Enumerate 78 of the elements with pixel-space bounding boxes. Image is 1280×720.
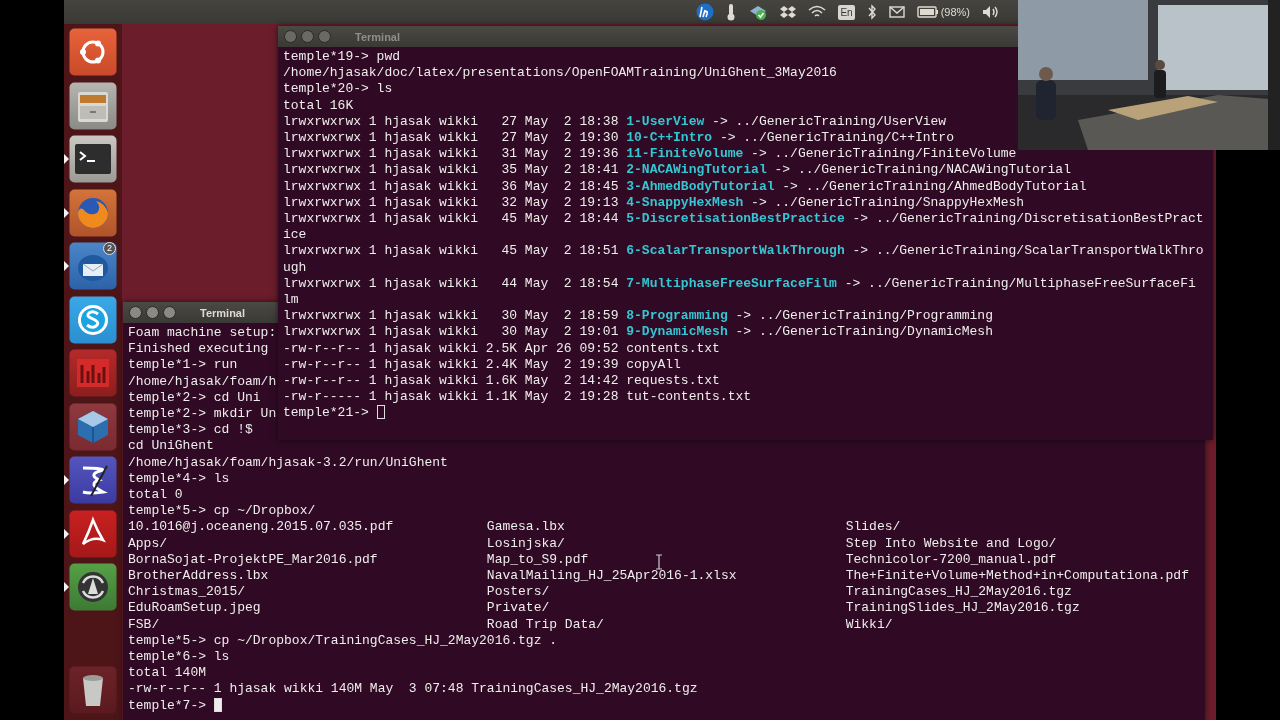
file-name: Christmas_2015/ (128, 584, 246, 601)
file-name: Road Trip Data/ (486, 616, 604, 633)
terminal-line: lrwxrwxrwx 1 hjasak wikki 36 May 2 18:45 3-AhmedBodyTutorial -> ../GenericTraining/AhmedBodyTutorial (283, 178, 1087, 194)
terminal-line: lrwxrwxrwx 1 hjasak wikki 30 May 2 19:01 9-DynamicMesh -> ../GenericTraining/DynamicMesh (283, 324, 993, 340)
terminal-line: temple*2-> cd Uni (128, 389, 261, 405)
terminal-line: -rw-r--r-- 1 hjasak wikki 140M May 3 07:48 TrainingCases_HJ_2May2016.tgz (128, 681, 698, 697)
close-button[interactable] (284, 30, 297, 43)
network-shield-icon[interactable] (748, 3, 769, 21)
file-name: BrotherAddress.lbx (128, 568, 269, 585)
terminal-line: lrwxrwxrwx 1 hjasak wikki 27 May 2 18:38 1-UserView -> ../GenericTraining/UserView (283, 113, 947, 129)
terminal-line: Foam machine setup: (128, 325, 277, 340)
file-name: Step Into Website and Logo/ (845, 535, 1057, 552)
terminal-line: temple*5-> cp ~/Dropbox/ (128, 503, 316, 519)
terminal-line: lrwxrwxrwx 1 hjasak wikki 30 May 2 18:59 8-Programming -> ../GenericTraining/Programming (283, 308, 993, 324)
terminal-line: /home/hjasak/foam/hjasak-3.2/run/UniGhent (128, 454, 448, 470)
thermometer-icon[interactable] (726, 3, 737, 21)
maximize-button[interactable] (163, 306, 176, 319)
battery-percentage: (98%) (940, 6, 970, 18)
file-name: EduRoamSetup.jpeg (128, 600, 261, 617)
terminal-line: /home/hjasak/doc/latex/presentations/OpenFOAMTraining/UniGhent_3May2016 (283, 65, 837, 81)
terminal-line: temple*3-> cd !$ (128, 422, 253, 438)
terminal-line: -rw-r--r-- 1 hjasak wikki 2.4K May 2 19:39 copyAll (283, 356, 681, 372)
file-name: Technicolor-7200_manual.pdf (845, 551, 1057, 569)
file-name: Map_to_S9.pdf (486, 551, 589, 569)
terminal-line: temple*21-> (283, 405, 369, 421)
quill-icon[interactable] (64, 456, 117, 504)
file-name: Losinjska/ (486, 535, 565, 552)
terminal-line: -rw-r--r-- 1 hjasak wikki 1.6K May 2 14:42 requests.txt (283, 373, 720, 389)
minimize-button[interactable] (146, 306, 159, 319)
terminal-line: temple*20-> ls (283, 81, 393, 97)
file-name: The+Finite+Volume+Method+in+Computationa.pdf (845, 568, 1189, 585)
envelope-icon[interactable] (888, 6, 905, 18)
keyboard-layout-indicator[interactable]: En (838, 4, 855, 20)
file-name: TrainingSlides_HJ_2May2016.tgz (845, 600, 1080, 617)
close-button[interactable] (129, 306, 142, 319)
circular-arrows-icon[interactable] (64, 563, 117, 611)
file-name: Posters/ (486, 584, 550, 601)
terminal-line: lrwxrwxrwx 1 hjasak wikki 27 May 2 19:30 10-C++Intro -> ../GenericTraining/C++Intro (283, 130, 954, 145)
battery-icon[interactable] (916, 6, 939, 18)
file-name: Apps/ (128, 535, 167, 552)
minimize-button[interactable] (301, 30, 314, 43)
terminal-line: temple*5-> cp ~/Dropbox/TrainingCases_HJ_2May2016.tgz . (128, 632, 558, 648)
file-name: Private/ (486, 600, 550, 617)
file-name: FSB/ (128, 616, 160, 633)
speaker-icon[interactable] (982, 5, 1000, 19)
ibeam-cursor-icon (655, 554, 663, 570)
terminal-icon[interactable] (64, 135, 117, 183)
terminal-line: temple*4-> ls (128, 470, 230, 486)
bluetooth-icon[interactable] (866, 4, 877, 20)
file-name: Slides/ (845, 519, 901, 536)
terminal-line: -rw-r--r-- 1 hjasak wikki 2.5K Apr 26 09:52 contents.txt (283, 340, 720, 356)
window-title: Terminal (200, 306, 246, 319)
bird-envelope-icon[interactable] (64, 242, 117, 290)
maximize-button[interactable] (318, 30, 331, 43)
globe-fox-icon[interactable] (64, 188, 117, 237)
terminal-line: total 0 (128, 487, 183, 503)
file-name: TrainingCases_HJ_2May2016.tgz (845, 584, 1072, 601)
file-name: BornaSojat-ProjektPE_Mar2016.pdf (128, 551, 378, 569)
terminal-line: temple*7-> (128, 697, 206, 713)
terminal-line: temple*6-> ls (128, 649, 230, 665)
wifi-icon[interactable] (808, 5, 827, 19)
terminal-line: temple*19-> pwd (283, 49, 401, 64)
terminal-line: total 140M (128, 665, 206, 681)
file-name: 10.1016@j.oceaneng.2015.07.035.pdf (128, 519, 394, 536)
terminal-line: /home/hjasak/foam/h (128, 373, 277, 389)
terminal-line: temple*1-> run (128, 357, 238, 373)
terminal-line: lrwxrwxrwx 1 hjasak wikki 31 May 2 19:36 11-FiniteVolume -> ../GenericTraining/FiniteVolume (283, 146, 1017, 162)
terminal-line: temple*2-> mkdir Un (128, 406, 277, 421)
file-name: NavalMailing_HJ_25Apr2016-1.xlsx (486, 568, 737, 585)
terminal-line: cd UniGhent (128, 438, 214, 454)
terminal-line: -rw-r----- 1 hjasak wikki 1.1K May 2 19:28 tut-contents.txt (283, 389, 752, 405)
terminal-line: lrwxrwxrwx 1 hjasak wikki 35 May 2 18:41 2-NACAWingTutorial -> ../GenericTraining/NACAWingTutorial (283, 162, 1071, 178)
file-name: Gamesa.lbx (486, 519, 565, 536)
file-name: Wikki/ (845, 616, 893, 633)
terminal-line: lrwxrwxrwx 1 hjasak wikki 32 May 2 19:13 4-SnappyHexMesh -> ../GenericTraining/SnappyHexMesh (283, 194, 1025, 210)
terminal-line: Finished executing (128, 341, 269, 357)
window-title: Terminal (355, 30, 401, 43)
terminal-line: total 16K (283, 97, 354, 113)
